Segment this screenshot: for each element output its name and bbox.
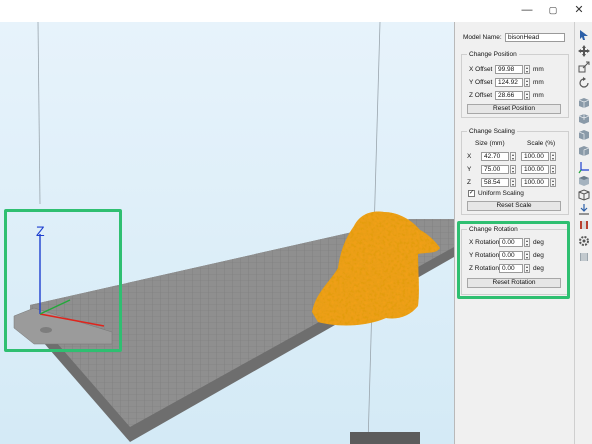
uniform-scaling-label: Uniform Scaling — [478, 190, 524, 197]
size-header: Size (mm) — [475, 140, 505, 147]
scale-y-input[interactable]: 100.00 — [521, 165, 549, 174]
view-back-icon[interactable] — [577, 112, 591, 126]
close-button[interactable]: ✕ — [566, 0, 592, 22]
size-z-input[interactable]: 58.54 — [481, 178, 509, 187]
cube-icon[interactable] — [577, 218, 591, 232]
title-bar: — ▢ ✕ — [0, 0, 592, 22]
view-front-icon[interactable] — [577, 96, 591, 110]
minimize-button[interactable]: — — [514, 0, 540, 22]
view-top-icon[interactable] — [577, 174, 591, 188]
z-offset-spinner[interactable] — [524, 91, 530, 100]
model-name-input[interactable]: bisonHead — [505, 33, 565, 42]
x-offset-input[interactable]: 99.98 — [495, 65, 523, 74]
iso-view-icon[interactable] — [577, 188, 591, 202]
view-toolbar — [574, 22, 592, 444]
place-on-bed-icon[interactable] — [577, 202, 591, 216]
scale-y-spinner[interactable] — [550, 165, 556, 174]
size-x-spinner[interactable] — [510, 152, 516, 161]
3d-viewport[interactable]: Z — [0, 22, 454, 444]
settings-icon[interactable] — [577, 234, 591, 248]
view-left-icon[interactable] — [577, 128, 591, 142]
size-x-input[interactable]: 42.70 — [481, 152, 509, 161]
mm-unit: mm — [533, 66, 544, 73]
x-offset-label: X Offset — [469, 66, 493, 73]
y-offset-label: Y Offset — [469, 79, 493, 86]
bed-bracket — [350, 432, 420, 444]
mm-unit: mm — [533, 92, 544, 99]
scaling-title: Change Scaling — [467, 127, 517, 136]
uniform-scaling-checkbox[interactable]: ✓ — [468, 190, 475, 197]
size-z-spinner[interactable] — [510, 178, 516, 187]
rotate-icon[interactable] — [577, 76, 591, 90]
move-icon[interactable] — [577, 44, 591, 58]
scale-axis-x: X — [467, 153, 472, 160]
scale-z-spinner[interactable] — [550, 178, 556, 187]
scale-axis-y: Y — [467, 166, 472, 173]
z-offset-input[interactable]: 28.66 — [495, 91, 523, 100]
y-offset-spinner[interactable] — [524, 78, 530, 87]
scale-icon[interactable] — [577, 60, 591, 74]
highlight-axes — [4, 209, 122, 352]
highlight-rotation — [457, 221, 570, 299]
z-offset-label: Z Offset — [469, 92, 492, 99]
size-y-spinner[interactable] — [510, 165, 516, 174]
select-icon[interactable] — [577, 28, 591, 42]
reset-position-button[interactable]: Reset Position — [467, 104, 561, 114]
scale-axis-z: Z — [467, 179, 471, 186]
view-right-icon[interactable] — [577, 144, 591, 158]
position-title: Change Position — [467, 50, 519, 59]
model-properties-panel: Model Name: bisonHead Change Position X … — [454, 22, 574, 444]
scale-x-spinner[interactable] — [550, 152, 556, 161]
scale-header: Scale (%) — [527, 140, 556, 147]
model-name-label: Model Name: — [463, 34, 502, 41]
reset-scale-button[interactable]: Reset Scale — [467, 201, 561, 211]
mm-unit: mm — [533, 79, 544, 86]
y-offset-input[interactable]: 124.92 — [495, 78, 523, 87]
axis-view-icon[interactable] — [577, 160, 591, 174]
scale-x-input[interactable]: 100.00 — [521, 152, 549, 161]
info-icon[interactable] — [577, 250, 591, 264]
maximize-button[interactable]: ▢ — [540, 0, 566, 22]
frame-line — [37, 22, 41, 205]
scale-z-input[interactable]: 100.00 — [521, 178, 549, 187]
x-offset-spinner[interactable] — [524, 65, 530, 74]
size-y-input[interactable]: 75.00 — [481, 165, 509, 174]
